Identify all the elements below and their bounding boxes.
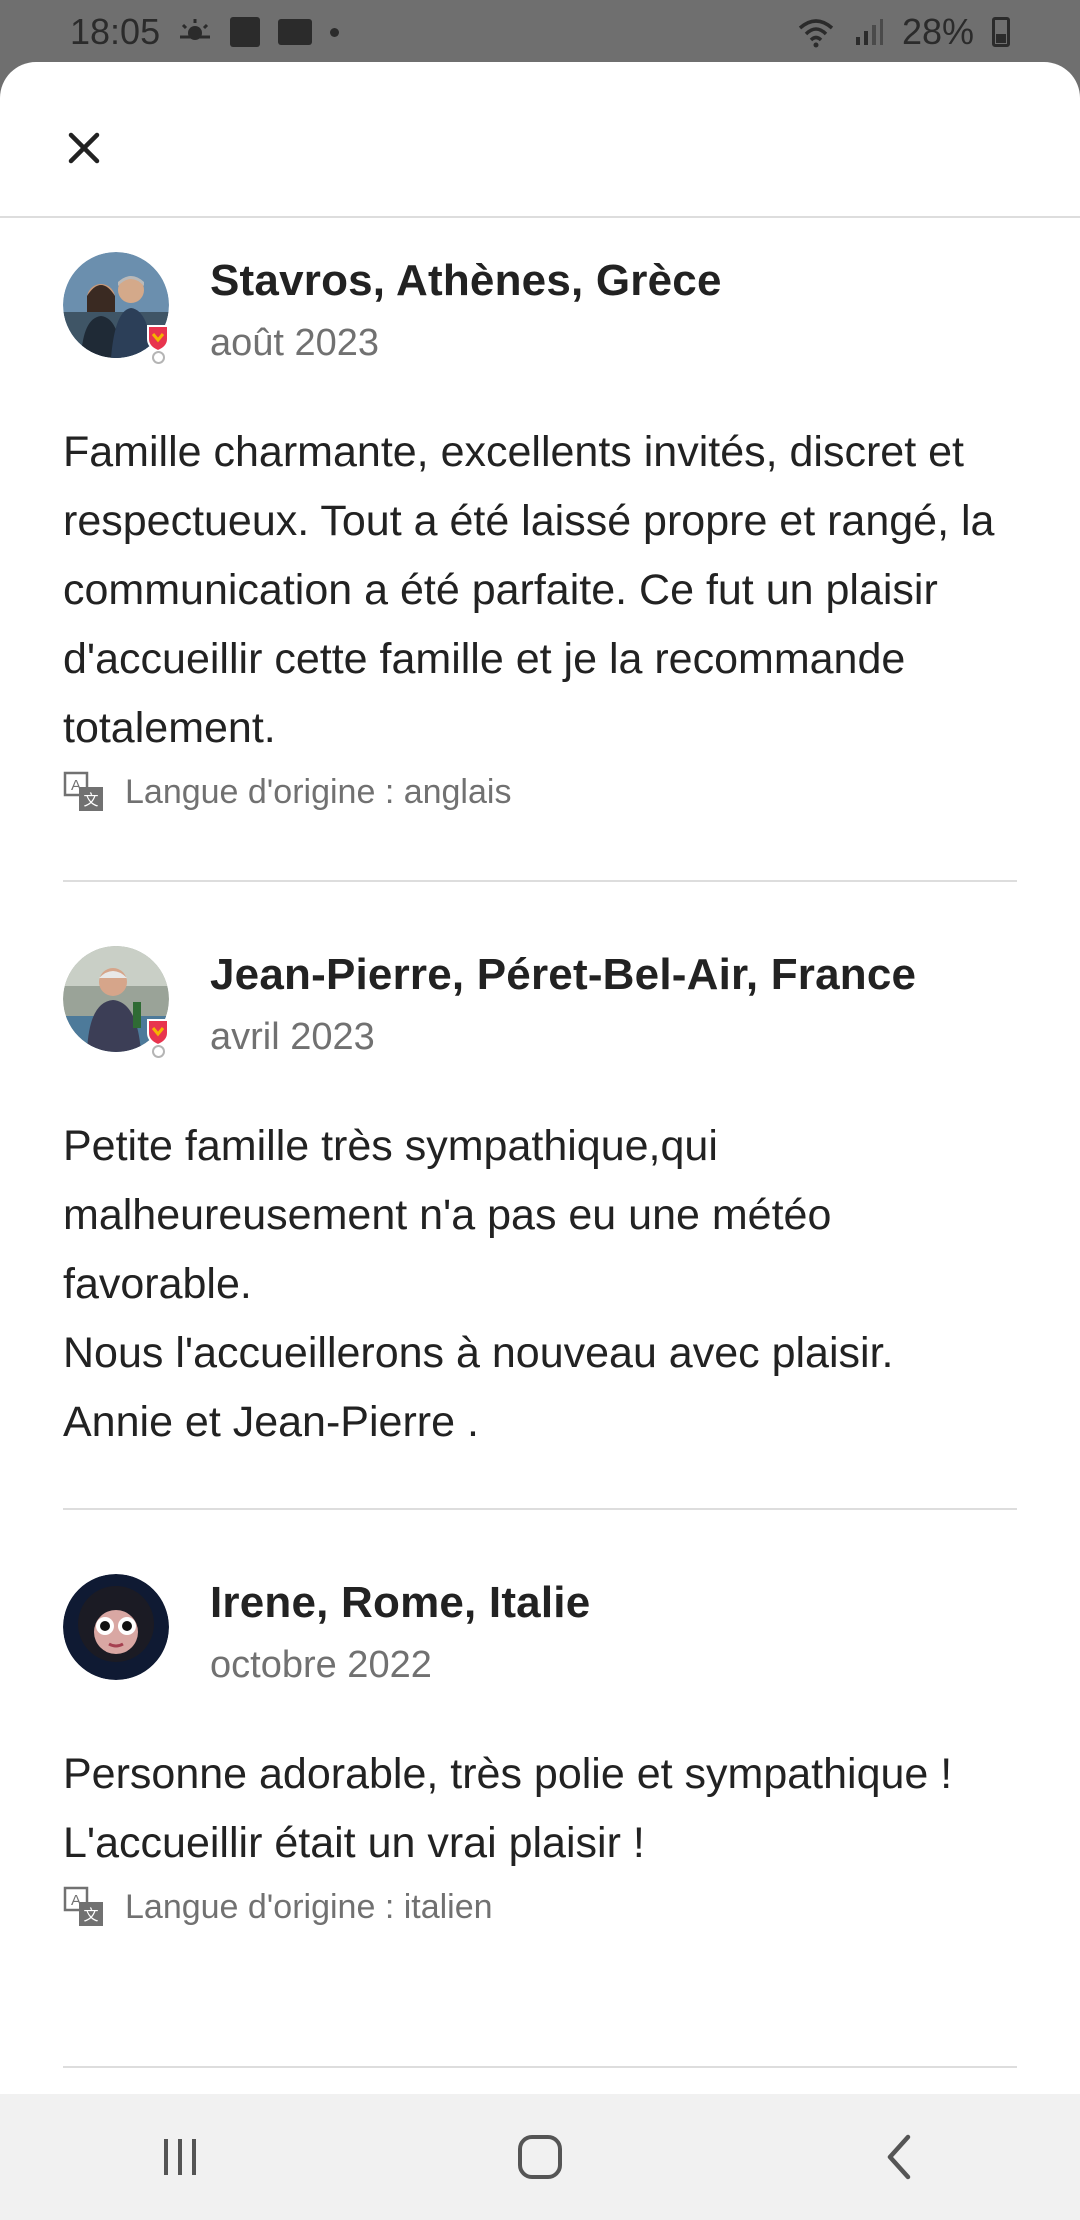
review-header: Irene, Rome, Italie octobre 2022 (63, 1574, 1017, 1686)
reviews-sheet: Stavros, Athènes, Grèce août 2023 Famill… (0, 62, 1080, 2094)
original-language-text: Langue d'origine : italien (125, 1887, 493, 1926)
app-square-icon (230, 17, 261, 47)
close-button[interactable] (58, 122, 110, 174)
translate-icon: A 文 (63, 1886, 103, 1926)
recent-apps-icon (164, 2139, 196, 2175)
svg-text:文: 文 (83, 1907, 98, 1924)
superhost-badge-icon (147, 325, 169, 352)
status-left: 18:05 (70, 11, 340, 53)
reviewer-name[interactable]: Stavros, Athènes, Grèce (210, 256, 722, 306)
close-icon (68, 132, 100, 164)
wifi-icon (798, 19, 834, 48)
back-icon (887, 2134, 911, 2180)
avatar-photo (63, 1574, 169, 1680)
back-button[interactable] (850, 2117, 950, 2197)
translate-icon: A 文 (63, 771, 103, 811)
review-item: Irene, Rome, Italie octobre 2022 Personn… (63, 1574, 1017, 1928)
navigation-bar (0, 2094, 1080, 2220)
original-language-note: A 文 Langue d'origine : anglais (63, 771, 1017, 813)
sun-cloud-icon (180, 19, 211, 40)
recent-apps-button[interactable] (130, 2117, 230, 2197)
signal-icon (855, 19, 883, 45)
review-header: Stavros, Athènes, Grèce août 2023 (63, 252, 1017, 364)
svg-text:文: 文 (83, 792, 98, 809)
avatar[interactable] (63, 1574, 169, 1680)
avatar[interactable] (63, 946, 169, 1058)
avatar[interactable] (63, 252, 169, 364)
status-time: 18:05 (70, 11, 161, 52)
divider (63, 1508, 1017, 1510)
home-icon (518, 2135, 562, 2179)
badge-dot (152, 1045, 165, 1058)
badge-dot (152, 351, 165, 364)
review-text: Famille charmante, excellents invités, d… (63, 428, 995, 752)
reviewer-name[interactable]: Jean-Pierre, Péret-Bel-Air, France (210, 950, 916, 1000)
review-date: avril 2023 (210, 1016, 375, 1058)
original-language-note: A 文 Langue d'origine : italien (63, 1886, 1017, 1928)
review-text: Personne adorable, très polie et sympath… (63, 1750, 953, 1867)
review-item: Jean-Pierre, Péret-Bel-Air, France avril… (63, 946, 1017, 1457)
status-right: 28% (796, 11, 1010, 53)
review-date: août 2023 (210, 322, 380, 364)
review-text: Petite famille très sympathique,qui malh… (63, 1122, 894, 1446)
battery-percent: 28% (901, 11, 974, 52)
divider (63, 2066, 1017, 2068)
review-header: Jean-Pierre, Péret-Bel-Air, France avril… (63, 946, 1017, 1058)
battery-icon (992, 17, 1010, 47)
review-item: Stavros, Athènes, Grèce août 2023 Famill… (63, 252, 1017, 813)
folder-icon (278, 19, 313, 45)
review-date: octobre 2022 (210, 1644, 432, 1686)
superhost-badge-icon (147, 1019, 169, 1046)
reviewer-name[interactable]: Irene, Rome, Italie (210, 1578, 590, 1628)
dot-icon (330, 27, 340, 37)
original-language-text: Langue d'origine : anglais (125, 772, 512, 811)
home-button[interactable] (490, 2117, 590, 2197)
divider (63, 880, 1017, 882)
status-bar: 18:05 28% (0, 0, 1080, 64)
sheet-header (0, 62, 1080, 218)
